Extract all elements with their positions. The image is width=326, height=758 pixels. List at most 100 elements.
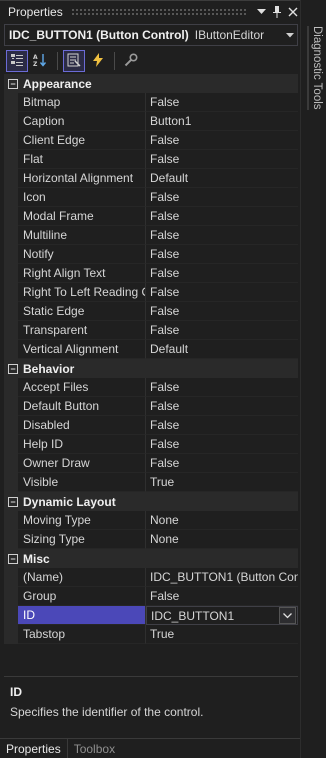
window-position-menu-icon[interactable]: [254, 3, 268, 21]
property-row[interactable]: Disabled False: [4, 416, 298, 435]
property-row[interactable]: Static Edge False: [4, 302, 298, 321]
property-row[interactable]: Owner Draw False: [4, 454, 298, 473]
property-pages-button[interactable]: [120, 50, 142, 72]
property-row[interactable]: Accept Files False: [4, 378, 298, 397]
property-value[interactable]: IDC_BUTTON1 (Button Control): [146, 568, 298, 587]
property-value[interactable]: False: [146, 93, 298, 112]
property-name[interactable]: Transparent: [4, 321, 146, 340]
property-value[interactable]: Button1: [146, 112, 298, 131]
property-name[interactable]: Horizontal Alignment: [4, 169, 146, 188]
categorized-button[interactable]: [6, 50, 28, 72]
property-value[interactable]: False: [146, 397, 298, 416]
property-row[interactable]: Client Edge False: [4, 131, 298, 150]
property-name[interactable]: Vertical Alignment: [4, 340, 146, 359]
value-dropdown-button[interactable]: [279, 607, 296, 624]
property-row[interactable]: Flat False: [4, 150, 298, 169]
property-value[interactable]: False: [146, 378, 298, 397]
property-name[interactable]: Tabstop: [4, 625, 146, 644]
property-value[interactable]: Default: [146, 169, 298, 188]
close-icon[interactable]: [286, 3, 300, 21]
tab-properties[interactable]: Properties: [0, 739, 68, 758]
property-row[interactable]: Caption Button1: [4, 112, 298, 131]
property-row[interactable]: Group False: [4, 587, 298, 606]
pin-icon[interactable]: [270, 3, 284, 21]
property-row[interactable]: Icon False: [4, 188, 298, 207]
property-value[interactable]: False: [146, 207, 298, 226]
property-row[interactable]: ID IDC_BUTTON1: [4, 606, 298, 625]
category-dynamic-layout[interactable]: − Dynamic Layout: [4, 492, 298, 511]
property-value[interactable]: False: [146, 131, 298, 150]
property-value[interactable]: False: [146, 226, 298, 245]
alphabetical-button[interactable]: A Z: [30, 50, 52, 72]
property-name[interactable]: Modal Frame: [4, 207, 146, 226]
property-value[interactable]: True: [146, 625, 298, 644]
property-value[interactable]: False: [146, 587, 298, 606]
property-name[interactable]: Visible: [4, 473, 146, 492]
property-name[interactable]: Caption: [4, 112, 146, 131]
object-selector[interactable]: IDC_BUTTON1 (Button Control) IButtonEdit…: [4, 24, 298, 46]
property-value[interactable]: False: [146, 416, 298, 435]
property-name[interactable]: Owner Draw: [4, 454, 146, 473]
property-value[interactable]: False: [146, 302, 298, 321]
property-row[interactable]: Bitmap False: [4, 93, 298, 112]
property-value[interactable]: False: [146, 188, 298, 207]
collapse-icon[interactable]: −: [8, 553, 18, 564]
property-name[interactable]: Right Align Text: [4, 264, 146, 283]
property-value[interactable]: False: [146, 264, 298, 283]
property-row[interactable]: Default Button False: [4, 397, 298, 416]
property-row[interactable]: Moving Type None: [4, 511, 298, 530]
tab-toolbox[interactable]: Toolbox: [68, 739, 121, 758]
property-row[interactable]: Help ID False: [4, 435, 298, 454]
category-misc[interactable]: − Misc: [4, 549, 298, 568]
collapse-icon[interactable]: −: [8, 78, 18, 89]
property-row[interactable]: Modal Frame False: [4, 207, 298, 226]
property-row[interactable]: Multiline False: [4, 226, 298, 245]
category-appearance[interactable]: − Appearance: [4, 74, 298, 93]
property-row[interactable]: Horizontal Alignment Default: [4, 169, 298, 188]
property-row[interactable]: Transparent False: [4, 321, 298, 340]
property-value[interactable]: True: [146, 473, 298, 492]
property-row[interactable]: Tabstop True: [4, 625, 298, 644]
property-value[interactable]: None: [146, 530, 298, 549]
property-name[interactable]: Client Edge: [4, 131, 146, 150]
property-name[interactable]: Bitmap: [4, 93, 146, 112]
property-name[interactable]: Multiline: [4, 226, 146, 245]
property-value[interactable]: None: [146, 511, 298, 530]
property-name[interactable]: Right To Left Reading Order: [4, 283, 146, 302]
chevron-down-icon[interactable]: [283, 30, 297, 40]
properties-button[interactable]: [63, 50, 85, 72]
property-name[interactable]: Accept Files: [4, 378, 146, 397]
tab-diagnostic-tools[interactable]: Diagnostic Tools: [307, 26, 323, 110]
property-name[interactable]: Moving Type: [4, 511, 146, 530]
property-value[interactable]: False: [146, 150, 298, 169]
property-value[interactable]: Default: [146, 340, 298, 359]
property-name[interactable]: Icon: [4, 188, 146, 207]
property-value[interactable]: False: [146, 245, 298, 264]
property-name[interactable]: Sizing Type: [4, 530, 146, 549]
category-behavior[interactable]: − Behavior: [4, 359, 298, 378]
property-name[interactable]: Disabled: [4, 416, 146, 435]
property-name[interactable]: Static Edge: [4, 302, 146, 321]
property-row[interactable]: Notify False: [4, 245, 298, 264]
property-value[interactable]: False: [146, 283, 298, 302]
property-row[interactable]: Right To Left Reading OrderFalse: [4, 283, 298, 302]
property-name[interactable]: Default Button: [4, 397, 146, 416]
property-value[interactable]: False: [146, 321, 298, 340]
property-name[interactable]: Help ID: [4, 435, 146, 454]
property-name[interactable]: Group: [4, 587, 146, 606]
property-name[interactable]: (Name): [4, 568, 146, 587]
property-row[interactable]: Visible True: [4, 473, 298, 492]
property-row[interactable]: Right Align Text False: [4, 264, 298, 283]
property-name[interactable]: ID: [4, 606, 146, 625]
events-button[interactable]: [87, 50, 109, 72]
property-row[interactable]: Sizing Type None: [4, 530, 298, 549]
property-row[interactable]: Vertical Alignment Default: [4, 340, 298, 359]
collapse-icon[interactable]: −: [8, 363, 18, 374]
property-name[interactable]: Notify: [4, 245, 146, 264]
property-name[interactable]: Flat: [4, 150, 146, 169]
collapse-icon[interactable]: −: [8, 496, 18, 507]
title-bar[interactable]: Properties: [0, 0, 300, 22]
property-value[interactable]: False: [146, 454, 298, 473]
property-value[interactable]: False: [146, 435, 298, 454]
title-grip[interactable]: [70, 7, 246, 16]
